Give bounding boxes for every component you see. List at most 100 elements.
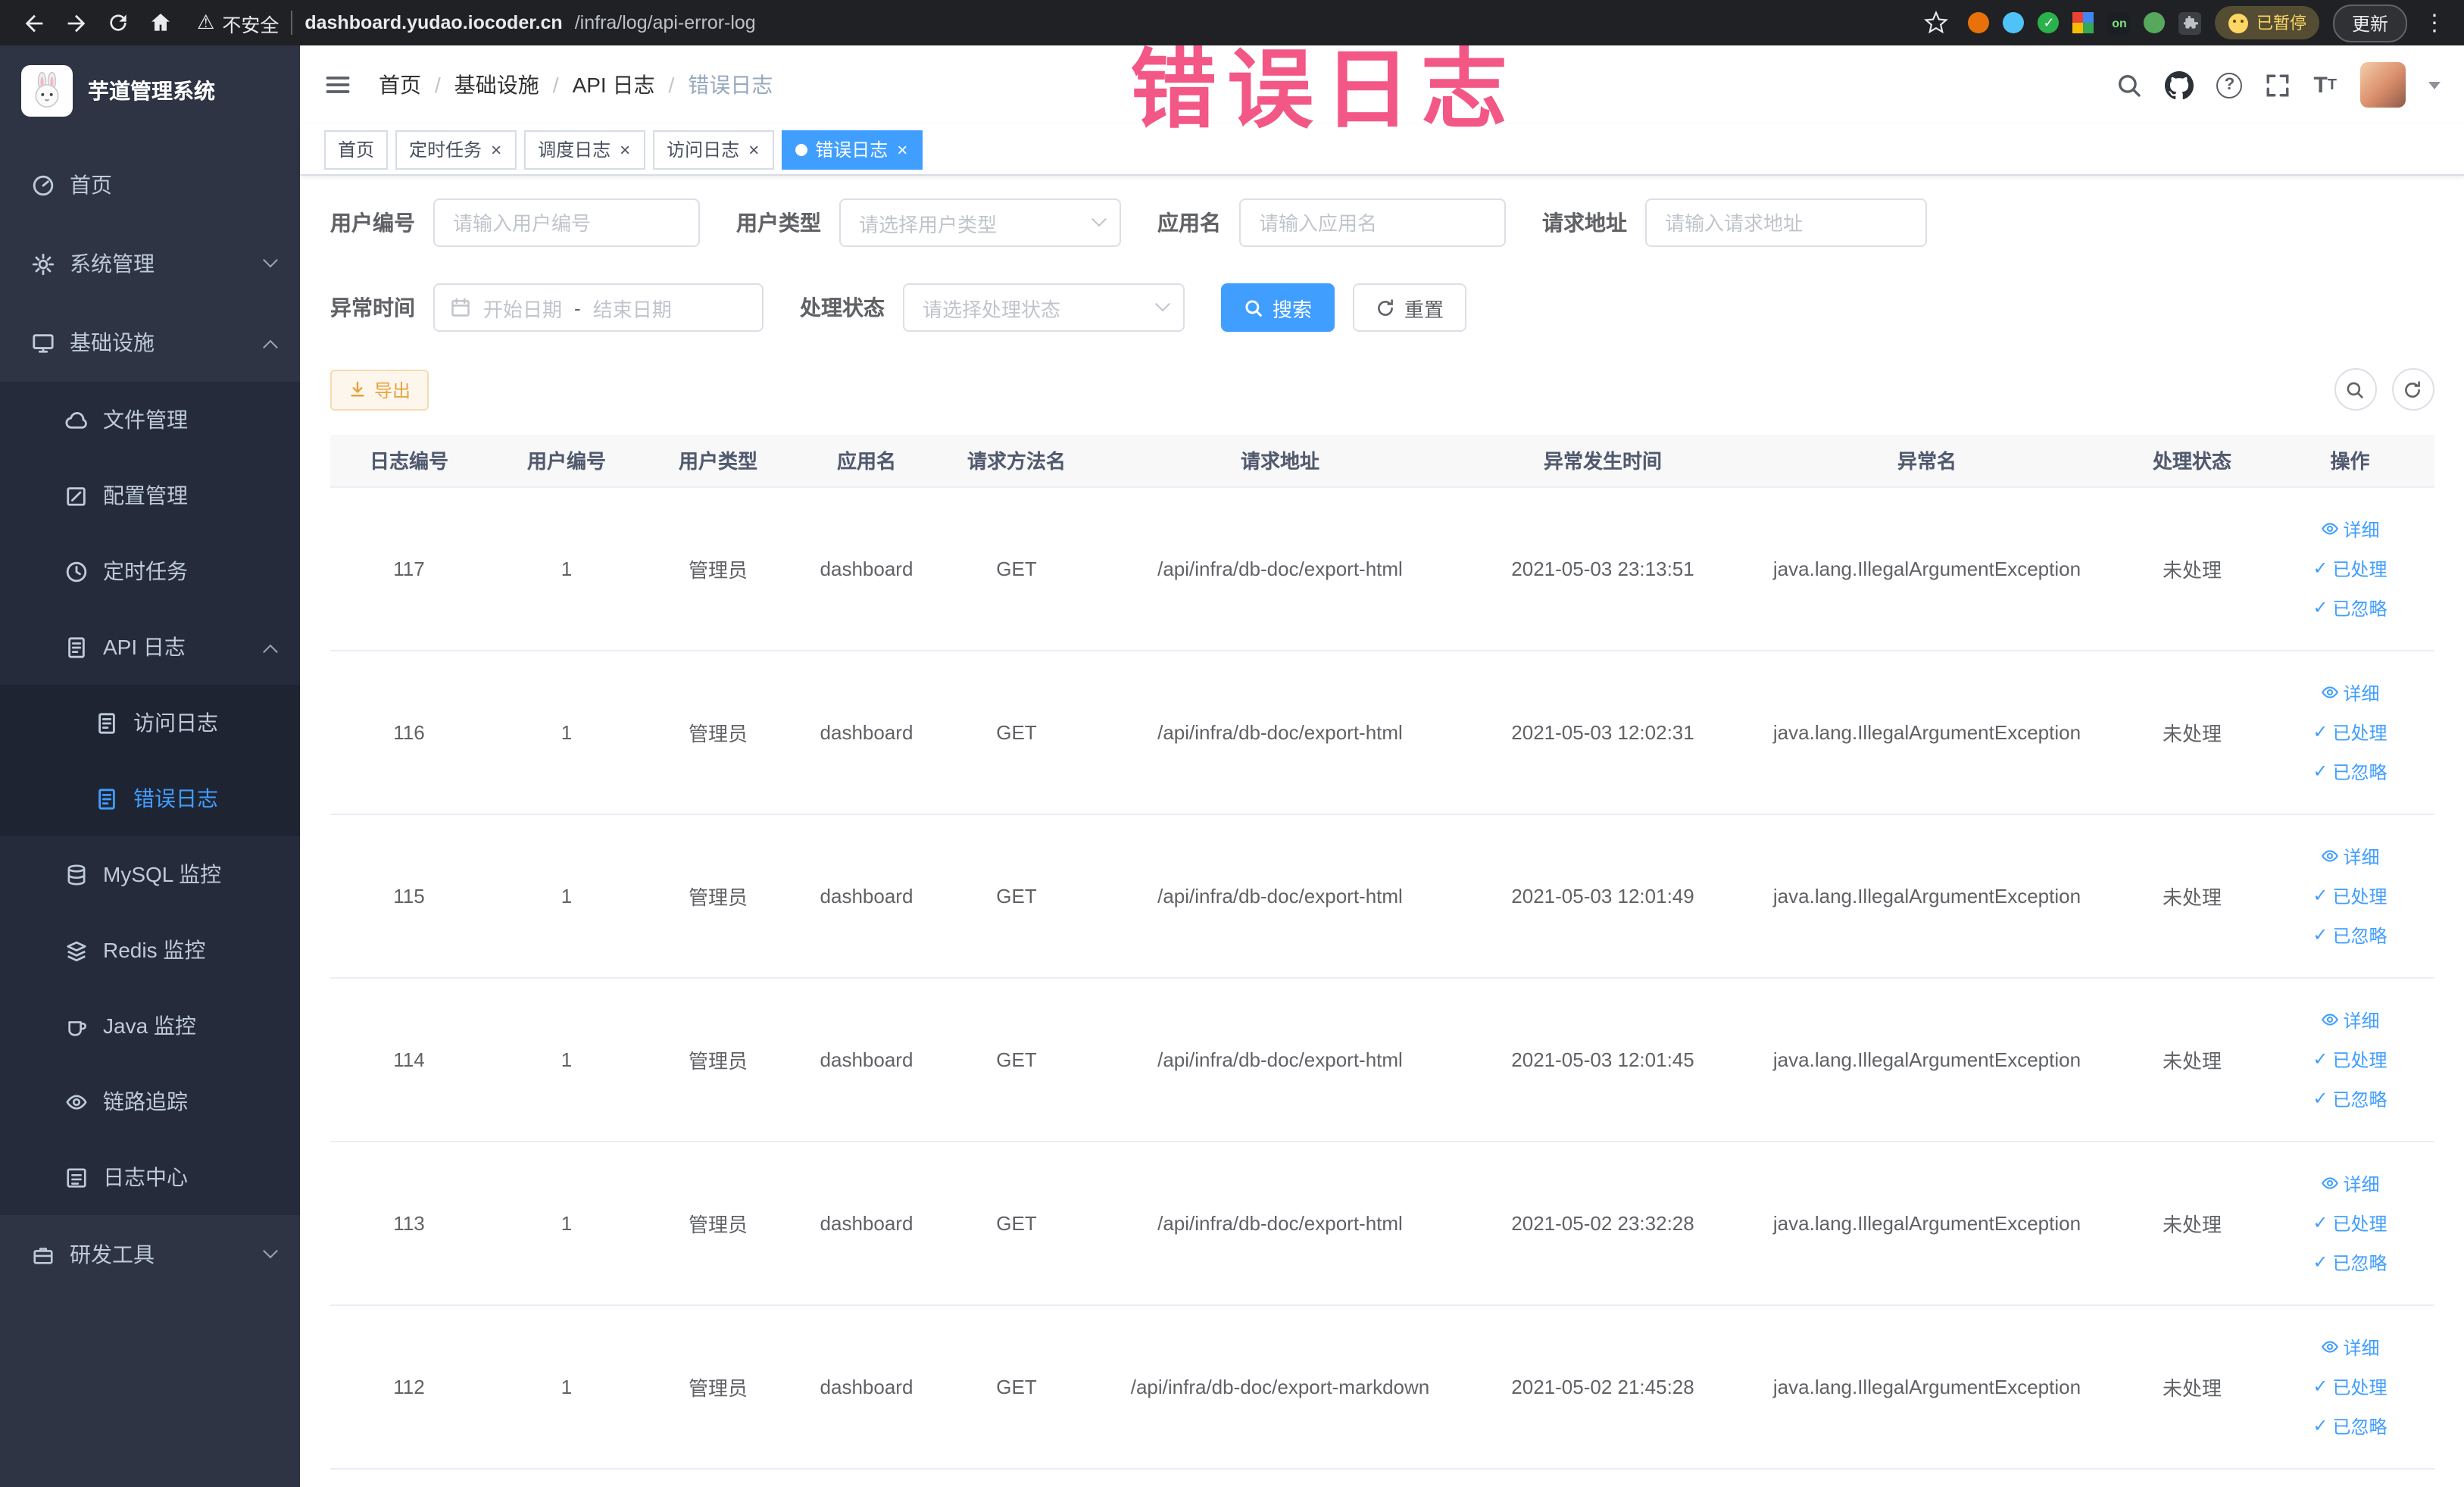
hamburger-icon[interactable]: [324, 71, 351, 98]
action-mark-processed[interactable]: ✓ 已处理: [2313, 1204, 2387, 1241]
cell-status: 未处理: [2118, 486, 2266, 651]
github-icon[interactable]: [2165, 70, 2194, 99]
col-user-id: 用户编号: [488, 435, 645, 487]
sidebar-item-system-mgmt[interactable]: 系统管理: [0, 224, 300, 303]
sidebar-item-trace[interactable]: 链路追踪: [0, 1064, 300, 1139]
extension-on-badge[interactable]: on: [2107, 11, 2131, 34]
sidebar-item-file-mgmt[interactable]: 文件管理: [0, 382, 300, 458]
tab-access-log[interactable]: 访问日志 ×: [653, 130, 775, 169]
user-id-input[interactable]: [433, 198, 700, 247]
sidebar-item-java-monitor[interactable]: Java 监控: [0, 988, 300, 1064]
breadcrumb-current: 错误日志: [688, 73, 773, 97]
help-icon[interactable]: ?: [2216, 72, 2243, 98]
export-button[interactable]: 导出: [330, 369, 429, 410]
action-mark-processed[interactable]: ✓ 已处理: [2313, 550, 2387, 586]
request-url-input[interactable]: [1645, 198, 1927, 247]
sidebar-item-error-log[interactable]: 错误日志: [0, 761, 300, 836]
sidebar-item-redis-monitor[interactable]: Redis 监控: [0, 912, 300, 988]
action-mark-processed[interactable]: ✓ 已处理: [2313, 877, 2387, 914]
exception-time-range-picker[interactable]: 开始日期 - 结束日期: [433, 283, 764, 332]
search-button[interactable]: 搜索: [1221, 283, 1335, 332]
app-name-label: 应用名: [1157, 211, 1221, 235]
action-mark-processed[interactable]: ✓ 已处理: [2313, 714, 2387, 750]
cell-log-id: 113: [330, 1141, 488, 1305]
tab-schedule-log[interactable]: 调度日志 ×: [524, 130, 646, 169]
address-bar[interactable]: ⚠ 不安全 dashboard.yudao.iocoder.cn/infra/l…: [197, 8, 756, 37]
extension-puzzle-icon[interactable]: [2178, 11, 2202, 34]
avatar[interactable]: [2359, 62, 2405, 108]
cell-exception-time: 2021-05-03 12:01:49: [1469, 814, 1736, 978]
reload-icon[interactable]: [100, 5, 136, 41]
cell-user-type: 管理员: [645, 814, 791, 978]
sidebar-item-api-log[interactable]: API 日志: [0, 609, 300, 685]
sidebar-item-mysql-monitor[interactable]: MySQL 监控: [0, 836, 300, 912]
extension-drop-icon[interactable]: [2003, 12, 2025, 33]
action-mark-ignored[interactable]: ✓ 已忽略: [2313, 1407, 2387, 1444]
search-icon[interactable]: [2116, 72, 2142, 98]
browser-menu-icon[interactable]: ⋮: [2420, 9, 2449, 36]
close-icon[interactable]: ×: [489, 140, 503, 158]
bookmark-star-icon[interactable]: [1919, 5, 1955, 41]
sidebar-item-label: 文件管理: [103, 408, 188, 432]
home-icon[interactable]: [142, 5, 179, 41]
sidebar-item-home[interactable]: 首页: [0, 145, 300, 224]
font-size-icon[interactable]: TT: [2313, 72, 2337, 98]
extension-grid-icon[interactable]: [2072, 12, 2094, 33]
close-icon[interactable]: ×: [747, 140, 760, 158]
profile-paused-badge[interactable]: 已暂停: [2215, 6, 2320, 39]
security-chip[interactable]: ⚠ 不安全: [197, 8, 279, 37]
toolbox-icon: [30, 1242, 55, 1267]
action-mark-ignored[interactable]: ✓ 已忽略: [2313, 753, 2387, 789]
avatar-caret-icon[interactable]: [2428, 81, 2440, 89]
check-icon: ✓: [2313, 1088, 2328, 1109]
action-mark-ignored[interactable]: ✓ 已忽略: [2313, 589, 2387, 626]
user-type-select[interactable]: 请选择用户类型: [839, 198, 1121, 247]
sidebar-item-access-log[interactable]: 访问日志: [0, 685, 300, 761]
sidebar-item-label: 基础设施: [70, 330, 155, 355]
action-mark-processed[interactable]: ✓ 已处理: [2313, 1368, 2387, 1404]
tab-home[interactable]: 首页: [324, 130, 389, 169]
extension-check-icon[interactable]: ✓: [2038, 12, 2060, 33]
action-detail[interactable]: 详细: [2320, 1165, 2380, 1201]
app-name-input[interactable]: [1239, 198, 1506, 247]
sidebar-item-label: 配置管理: [103, 483, 188, 508]
cell-log-id: 114: [330, 977, 488, 1142]
process-status-select[interactable]: 请选择处理状态: [903, 283, 1185, 332]
action-detail[interactable]: 详细: [2320, 511, 2380, 547]
sidebar-item-dev-tools[interactable]: 研发工具: [0, 1215, 300, 1294]
forward-icon[interactable]: [58, 5, 94, 41]
cell-user-type: 管理员: [645, 650, 791, 814]
sidebar-item-config-mgmt[interactable]: 配置管理: [0, 458, 300, 533]
action-mark-ignored[interactable]: ✓ 已忽略: [2313, 1080, 2387, 1117]
toggle-search-button[interactable]: [2334, 368, 2376, 411]
action-mark-processed[interactable]: ✓ 已处理: [2313, 1041, 2387, 1077]
action-mark-ignored[interactable]: ✓ 已忽略: [2313, 917, 2387, 953]
action-detail[interactable]: 详细: [2320, 1329, 2380, 1365]
action-detail[interactable]: 详细: [2320, 674, 2380, 711]
tab-scheduled-jobs[interactable]: 定时任务 ×: [395, 130, 517, 169]
table-toolbar: 导出: [330, 368, 2434, 411]
check-icon: ✓: [2313, 924, 2328, 945]
browser-update-button[interactable]: 更新: [2333, 4, 2406, 42]
action-detail[interactable]: 详细: [2320, 838, 2380, 874]
sidebar-item-log-center[interactable]: 日志中心: [0, 1139, 300, 1215]
refresh-table-button[interactable]: [2391, 368, 2434, 411]
tab-error-log[interactable]: 错误日志 ×: [782, 130, 923, 169]
back-icon[interactable]: [15, 5, 52, 41]
breadcrumb-api-log[interactable]: API 日志: [573, 70, 655, 100]
close-icon[interactable]: ×: [618, 140, 632, 158]
exception-time-label: 异常时间: [330, 295, 415, 320]
extension-leaf-icon[interactable]: [2144, 12, 2166, 33]
breadcrumb-infrastructure[interactable]: 基础设施: [454, 70, 539, 100]
app-logo[interactable]: 芋道管理系统: [0, 45, 300, 136]
close-icon[interactable]: ×: [895, 140, 909, 158]
breadcrumb-home[interactable]: 首页: [379, 70, 421, 100]
reset-button[interactable]: 重置: [1353, 283, 1467, 332]
action-detail[interactable]: 详细: [2320, 1001, 2380, 1038]
sidebar-item-scheduled-jobs[interactable]: 定时任务: [0, 533, 300, 609]
extension-orange-icon[interactable]: [1968, 12, 1990, 33]
action-mark-ignored[interactable]: ✓ 已忽略: [2313, 1244, 2387, 1280]
fullscreen-icon[interactable]: [2265, 72, 2291, 98]
sidebar-item-infrastructure[interactable]: 基础设施: [0, 303, 300, 382]
search-icon: [2347, 381, 2363, 398]
